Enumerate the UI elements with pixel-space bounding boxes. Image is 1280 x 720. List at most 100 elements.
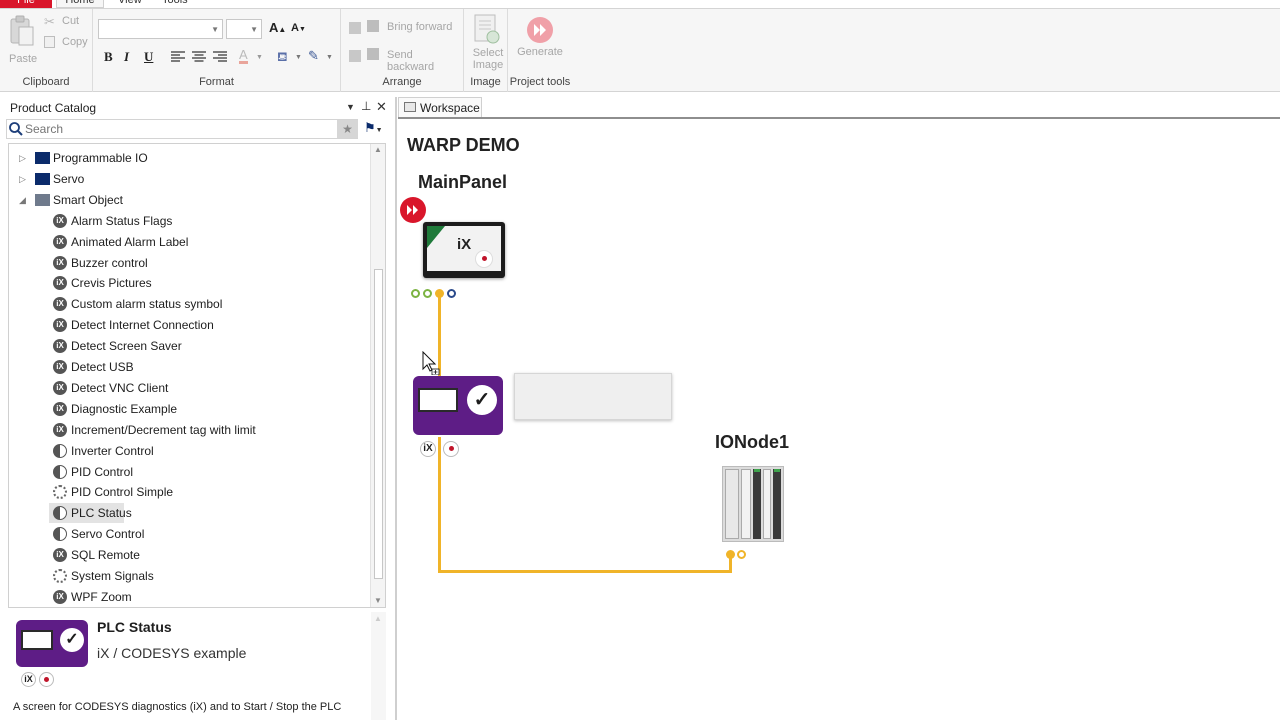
tree-item-label: Increment/Decrement tag with limit — [71, 422, 256, 437]
tree-item[interactable]: iX Detect Screen Saver — [9, 336, 369, 356]
ix-icon: iX — [53, 360, 67, 374]
tree-item[interactable]: PLC Status — [9, 503, 369, 524]
tree-item[interactable]: iX Detect VNC Client — [9, 378, 369, 398]
font-family-combo[interactable]: ▼ — [98, 19, 223, 39]
copy-button[interactable]: Copy — [44, 35, 90, 51]
port-icon[interactable] — [411, 289, 420, 298]
tree-item[interactable]: iX Animated Alarm Label — [9, 232, 369, 252]
font-color-icon[interactable]: A — [239, 48, 248, 64]
tree-item[interactable]: Inverter Control — [9, 441, 369, 461]
drop-placeholder[interactable] — [514, 373, 672, 420]
pin-icon[interactable]: ⊥ — [361, 99, 371, 113]
port-icon[interactable] — [447, 289, 456, 298]
catalog-scroll-thumb[interactable] — [374, 269, 383, 579]
tab-home[interactable]: Home — [56, 0, 104, 8]
bold-button[interactable]: B — [104, 49, 113, 65]
collapse-arrow-icon[interactable]: ◢ — [19, 190, 26, 210]
tree-item[interactable]: iX Crevis Pictures — [9, 273, 369, 293]
tree-item[interactable]: iX SQL Remote — [9, 545, 369, 565]
tree-item[interactable]: PID Control — [9, 462, 369, 482]
scroll-up-icon[interactable]: ▲ — [374, 145, 382, 154]
paste-button[interactable]: Paste — [6, 15, 38, 65]
tree-item[interactable]: Servo Control — [9, 524, 369, 544]
fill-bucket-icon[interactable]: ⛾ — [277, 49, 288, 67]
close-icon[interactable]: ✕ — [376, 99, 387, 115]
underline-button[interactable]: U — [144, 49, 153, 65]
tab-tools[interactable]: Tools — [162, 0, 188, 8]
search-input[interactable] — [25, 121, 325, 137]
font-color-dropdown-icon[interactable]: ▼ — [256, 54, 263, 61]
italic-button[interactable]: I — [124, 49, 129, 65]
send-backward-button[interactable]: Send backward — [347, 48, 461, 73]
workspace-canvas[interactable]: WARP DEMO MainPanel iX ✓ iX IONode1 — [397, 119, 1280, 720]
catalog-tree: ▷ Programmable IO ▷ Servo ◢ Smart Object iX Ala… — [8, 143, 386, 608]
port-icon[interactable] — [726, 550, 735, 559]
tree-item[interactable]: iX Increment/Decrement tag with limit — [9, 420, 369, 440]
ix-icon: iX — [53, 234, 67, 249]
chevron-down-icon: ▼ — [211, 25, 219, 34]
line-color-icon[interactable]: ✎ — [308, 48, 319, 64]
tree-item[interactable]: iX Buzzer control — [9, 253, 369, 273]
shrink-font-button[interactable]: A▼ — [291, 22, 306, 34]
generate-button[interactable]: Generate — [514, 13, 566, 63]
scroll-down-icon[interactable]: ▼ — [374, 596, 382, 605]
tree-item[interactable]: iX Diagnostic Example — [9, 399, 369, 419]
tree-item-label: PLC Status — [71, 506, 132, 521]
mouse-cursor-icon — [422, 351, 440, 375]
font-size-combo[interactable]: ▼ — [226, 19, 262, 39]
tree-item[interactable]: ▷ Programmable IO — [9, 148, 369, 168]
main-panel-device[interactable]: iX — [423, 222, 505, 278]
plc-status-object[interactable]: ✓ — [413, 376, 503, 435]
grow-font-button[interactable]: A▲ — [269, 20, 286, 35]
tab-view[interactable]: View — [118, 0, 142, 8]
tree-item-label: Servo Control — [71, 527, 145, 542]
flag-filter-icon[interactable]: ⚑▼ — [364, 120, 383, 136]
port-icon[interactable] — [423, 289, 432, 298]
align-left-icon[interactable] — [171, 51, 185, 63]
tree-item[interactable]: ▷ Servo — [9, 169, 369, 189]
panel-screen-text: iX — [457, 236, 472, 253]
project-tools-group-label: Project tools — [509, 76, 571, 88]
tree-item[interactable]: iX WPF Zoom — [9, 587, 369, 607]
project-title: WARP DEMO — [407, 135, 520, 155]
tree-item[interactable]: PID Control Simple — [9, 482, 369, 502]
expand-arrow-icon[interactable]: ▷ — [19, 169, 26, 189]
tree-item[interactable]: System Signals — [9, 566, 369, 586]
fill-dropdown-icon[interactable]: ▼ — [295, 54, 302, 61]
format-group: ▼ ▼ A▲ A▼ B I U A ▼ ⛾ ▼ ✎ ▼ Format — [93, 9, 341, 92]
port-icon[interactable] — [737, 550, 746, 559]
tab-file[interactable]: File — [0, 0, 52, 8]
select-image-button[interactable]: Select Image — [466, 13, 506, 73]
ix-icon: iX — [53, 548, 67, 563]
tree-item[interactable]: iX Detect USB — [9, 357, 369, 377]
generate-badge-icon[interactable] — [399, 196, 427, 224]
select-image-label: Select Image — [472, 47, 504, 71]
select-image-icon — [474, 14, 500, 44]
project-tools-group: Generate Project tools — [508, 9, 572, 92]
cut-button[interactable]: ✂ Cut — [44, 14, 88, 30]
tree-item[interactable]: ◢ Smart Object — [9, 190, 369, 210]
align-right-icon[interactable] — [213, 51, 227, 63]
tree-item[interactable]: iX Custom alarm status symbol — [9, 294, 369, 314]
line-dropdown-icon[interactable]: ▼ — [326, 54, 333, 61]
arrange-group: Bring forward Send backward Arrange — [341, 9, 464, 92]
preview-scrollbar[interactable]: ▲ — [371, 612, 386, 720]
bring-forward-button[interactable]: Bring forward — [347, 20, 461, 36]
catalog-header: Product Catalog ▼ ⊥ ✕ — [0, 97, 392, 119]
tree-item[interactable]: iX Alarm Status Flags — [9, 211, 369, 231]
favorites-star-icon[interactable]: ★ — [337, 120, 358, 138]
bring-forward-icon — [349, 22, 361, 34]
send-backward-icon — [349, 50, 361, 62]
smart-object-icon — [53, 464, 67, 479]
tree-item[interactable]: iX Detect Internet Connection — [9, 315, 369, 335]
expand-arrow-icon[interactable]: ▷ — [19, 148, 26, 168]
ix-icon: iX — [53, 318, 67, 333]
catalog-scrollbar[interactable]: ▲ ▼ — [370, 144, 385, 607]
align-center-icon[interactable] — [192, 51, 206, 63]
io-node-device[interactable] — [722, 466, 784, 542]
shrink-arrow-icon: ▼ — [298, 26, 306, 33]
scroll-up-icon[interactable]: ▲ — [374, 614, 382, 623]
tree-item-label: Diagnostic Example — [71, 401, 178, 416]
tab-workspace[interactable]: Workspace — [398, 97, 482, 118]
catalog-menu-icon[interactable]: ▼ — [346, 102, 355, 112]
